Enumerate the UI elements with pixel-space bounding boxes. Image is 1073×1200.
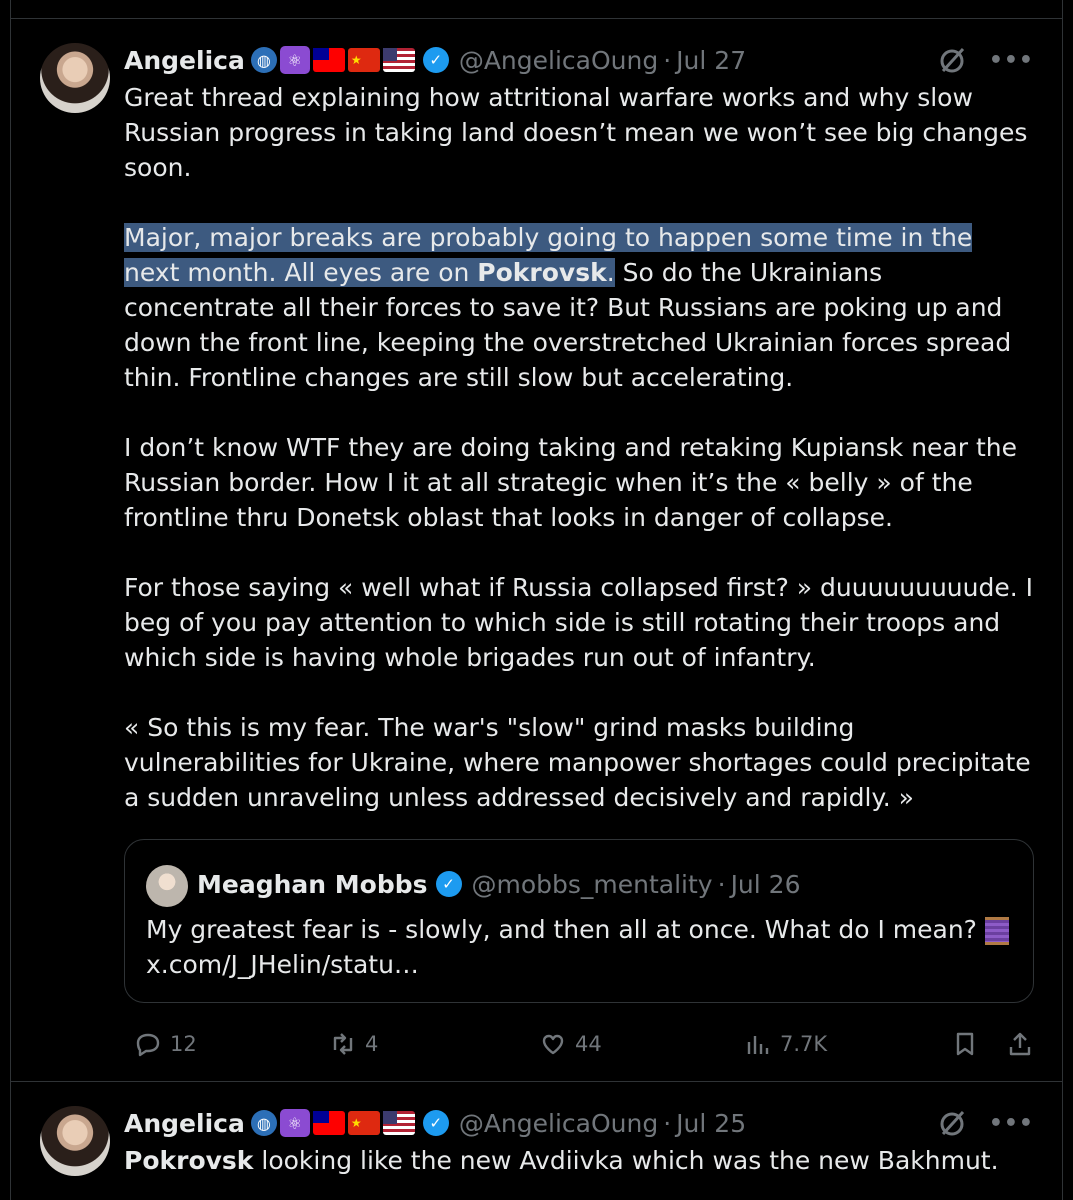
share-button[interactable] xyxy=(1006,1030,1034,1058)
quote-text: My greatest fear is - slowly, and then a… xyxy=(146,912,1013,982)
paragraph: Pokrovsk looking like the new Avdiivka w… xyxy=(124,1146,999,1175)
quote-date[interactable]: Jul 26 xyxy=(731,870,801,899)
thread-spool-icon xyxy=(984,917,1009,945)
tweet-body: Angelica ◍ ⚛ ★ ✓ @AngelicaOung · Jul 25 … xyxy=(124,1106,1034,1178)
like-button[interactable]: 44 xyxy=(539,1030,602,1058)
paragraph: For those saying « well what if Russia c… xyxy=(124,573,1034,672)
taiwan-flag-icon xyxy=(312,1111,345,1135)
keyword-bold: Pokrovsk xyxy=(477,258,607,287)
verified-badge-icon[interactable]: ✓ xyxy=(435,871,462,897)
us-flag-icon xyxy=(382,48,415,72)
paragraph: I don’t know WTF they are doing taking a… xyxy=(124,433,1017,532)
author-name[interactable]: Angelica xyxy=(124,46,245,75)
retweet-icon xyxy=(333,1033,353,1055)
verified-badge-icon[interactable]: ✓ xyxy=(422,1110,449,1136)
globe-icon: ◍ xyxy=(250,1110,277,1136)
tweet-body: Angelica ◍ ⚛ ★ ✓ @AngelicaOung · Jul 27 … xyxy=(124,43,1034,815)
author-name[interactable]: Angelica xyxy=(124,1109,245,1138)
separator-dot: · xyxy=(663,45,672,75)
tweet-header: Angelica ◍ ⚛ ★ ✓ @AngelicaOung · Jul 25 xyxy=(124,1106,1034,1140)
separator-dot: · xyxy=(717,869,726,899)
quote-link[interactable]: x.com/J_JHelin/statu… xyxy=(146,950,419,979)
timeline-frame: ••• Angelica ◍ ⚛ ★ ✓ @AngelicaOung · Jul… xyxy=(10,0,1063,1200)
separator-dot: · xyxy=(663,1108,672,1138)
name-emojis: ◍ ⚛ ★ xyxy=(250,46,415,74)
quote-author-handle[interactable]: @mobbs_mentality xyxy=(472,870,713,899)
us-flag-icon xyxy=(382,1111,415,1135)
tweet-date[interactable]: Jul 25 xyxy=(676,1109,746,1138)
atom-icon: ⚛ xyxy=(279,46,310,74)
bookmark-button[interactable] xyxy=(951,1030,979,1058)
tweet-header: Angelica ◍ ⚛ ★ ✓ @AngelicaOung · Jul 27 xyxy=(124,43,1034,77)
paragraph: Major, major breaks are probably going t… xyxy=(124,223,1012,392)
tweet-stats: 12 4 44 7.7K xyxy=(124,1024,1034,1064)
globe-icon: ◍ xyxy=(250,47,277,73)
reply-count: 12 xyxy=(170,1032,197,1056)
author-handle[interactable]: @AngelicaOung xyxy=(459,46,658,75)
avatar[interactable] xyxy=(40,43,110,113)
author-handle[interactable]: @AngelicaOung xyxy=(459,1109,658,1138)
heart-icon xyxy=(542,1034,564,1055)
quote-author-name[interactable]: Meaghan Mobbs xyxy=(197,870,428,899)
paragraph: « So this is my fear. The war's "slow" g… xyxy=(124,713,1031,812)
china-flag-icon: ★ xyxy=(347,1111,380,1135)
tweet-text: Pokrovsk looking like the new Avdiivka w… xyxy=(124,1143,1034,1178)
tweet-text: Great thread explaining how attritional … xyxy=(124,80,1034,815)
views-button[interactable]: 7.7K xyxy=(744,1030,827,1058)
retweet-button[interactable]: 4 xyxy=(329,1030,378,1058)
china-flag-icon: ★ xyxy=(347,48,380,72)
name-emojis: ◍ ⚛ ★ xyxy=(250,1109,415,1137)
retweet-count: 4 xyxy=(365,1032,379,1056)
tweet[interactable]: ••• Angelica ◍ ⚛ ★ ✓ @AngelicaOung · Jul… xyxy=(11,19,1062,1081)
tweet[interactable]: ••• Angelica ◍ ⚛ ★ ✓ @AngelicaOung · Jul… xyxy=(11,1081,1062,1200)
quote-header: Meaghan Mobbs ✓ @mobbs_mentality · Jul 2… xyxy=(197,864,800,904)
verified-badge-icon[interactable]: ✓ xyxy=(422,47,449,73)
quote-avatar[interactable] xyxy=(146,865,188,907)
like-count: 44 xyxy=(575,1032,602,1056)
avatar[interactable] xyxy=(40,1106,110,1176)
paragraph: Great thread explaining how attritional … xyxy=(124,83,1028,182)
bookmark-icon xyxy=(956,1032,974,1056)
analytics-icon xyxy=(747,1036,769,1054)
reply-button[interactable]: 12 xyxy=(134,1030,197,1058)
quoted-tweet[interactable]: Meaghan Mobbs ✓ @mobbs_mentality · Jul 2… xyxy=(124,839,1034,1003)
keyword-bold: Pokrovsk xyxy=(124,1146,254,1175)
taiwan-flag-icon xyxy=(312,48,345,72)
views-count: 7.7K xyxy=(780,1032,828,1056)
atom-icon: ⚛ xyxy=(279,1109,310,1137)
tweet-date[interactable]: Jul 27 xyxy=(676,46,746,75)
reply-icon xyxy=(136,1033,160,1057)
share-icon xyxy=(1009,1032,1031,1056)
